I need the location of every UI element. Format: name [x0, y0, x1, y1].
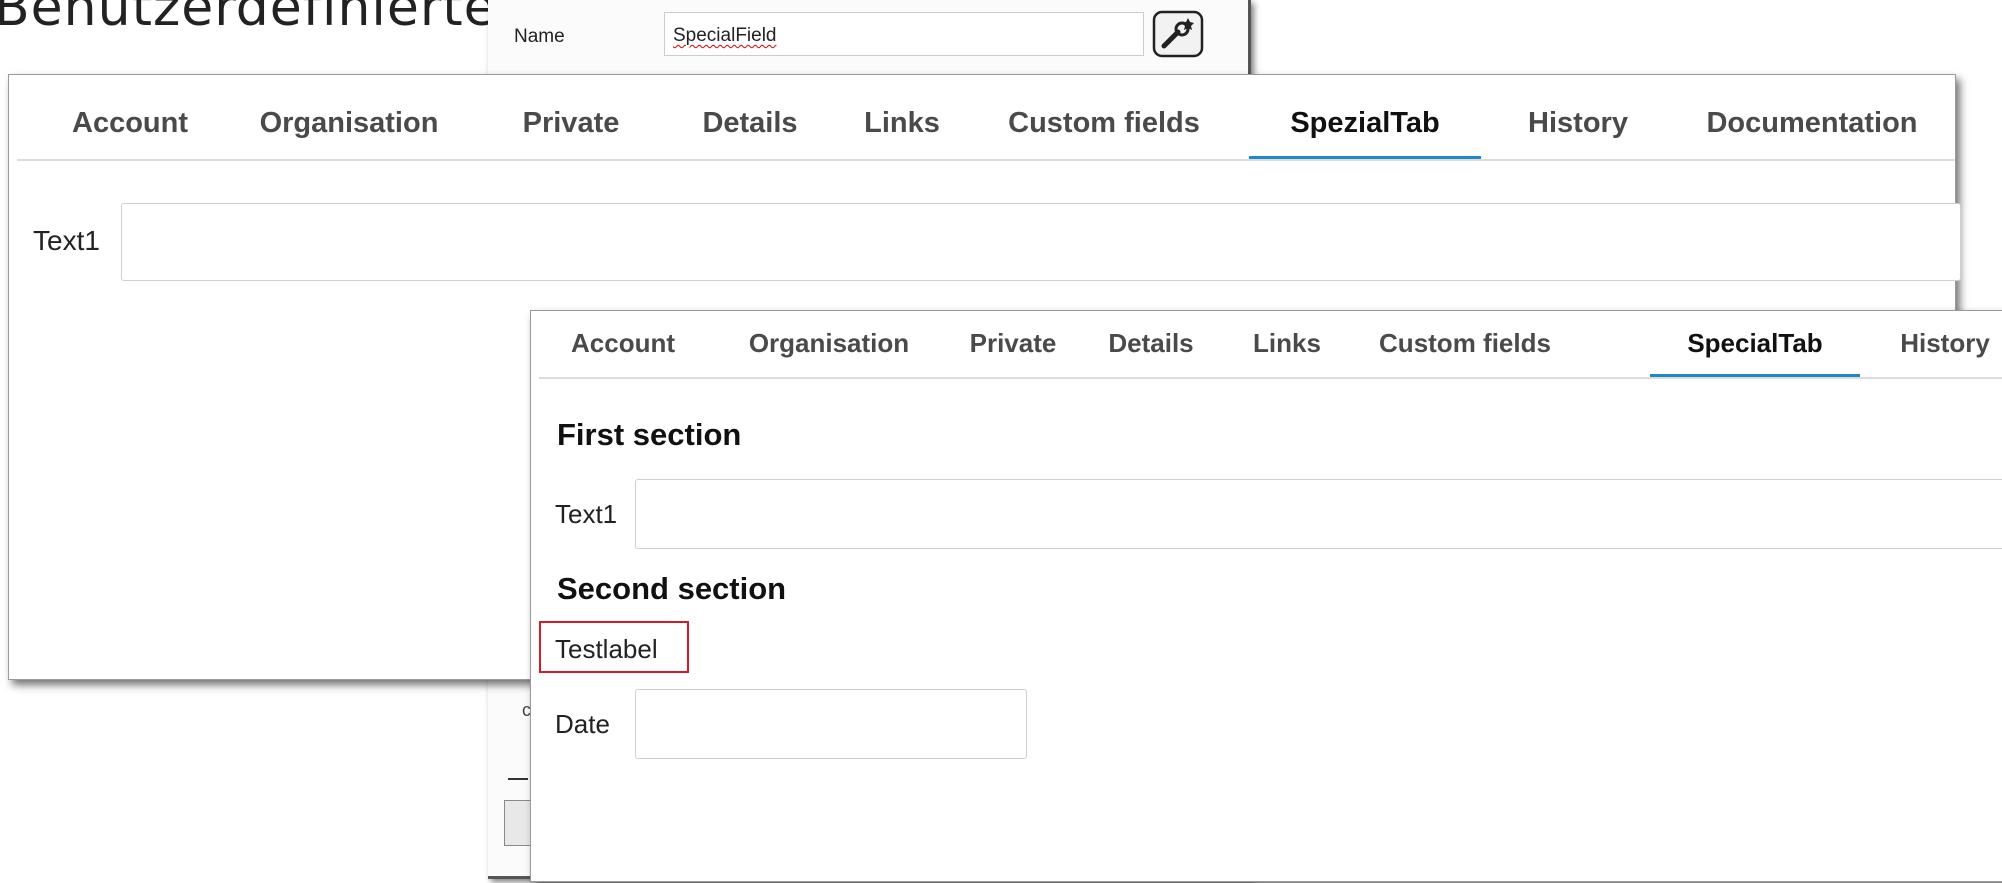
tab-account[interactable]: Account: [539, 311, 707, 377]
tab-private[interactable]: Private: [949, 311, 1077, 377]
name-label: Name: [514, 26, 565, 47]
name-input[interactable]: SpecialField: [664, 12, 1144, 56]
text1-label: Text1: [33, 225, 100, 256]
tab-custom-fields[interactable]: Custom fields: [991, 75, 1217, 159]
tab-private[interactable]: Private: [491, 75, 651, 159]
testlabel-text: Testlabel: [555, 634, 658, 664]
dialog-divider: [508, 778, 528, 780]
tab-specialtab[interactable]: SpecialTab: [1650, 311, 1860, 377]
tab-bar: Account Organisation Private Details Lin…: [17, 75, 1955, 161]
text1-input[interactable]: [121, 203, 1961, 281]
tab-links[interactable]: Links: [1239, 311, 1335, 377]
tab-links[interactable]: Links: [847, 75, 957, 159]
tab-organisation[interactable]: Organisation: [239, 75, 459, 159]
tab-spezialtab[interactable]: SpezialTab: [1249, 75, 1481, 159]
tab-organisation[interactable]: Organisation: [733, 311, 925, 377]
tab-custom-fields[interactable]: Custom fields: [1363, 311, 1567, 377]
section-title-second: Second section: [557, 571, 787, 606]
section-title-first: First section: [557, 417, 742, 452]
field-wizard-icon[interactable]: [1152, 10, 1204, 58]
tab-details[interactable]: Details: [1091, 311, 1211, 377]
text1-input[interactable]: [635, 479, 2002, 549]
custom-tab-panel-en: Account Organisation Private Details Lin…: [530, 310, 2002, 882]
tab-history[interactable]: History: [1503, 75, 1653, 159]
text1-label: Text1: [555, 499, 618, 529]
tab-history[interactable]: History: [1885, 311, 2002, 377]
tab-documentation[interactable]: Documentation: [1677, 75, 1947, 159]
date-label: Date: [555, 709, 610, 739]
tab-bar: Account Organisation Private Details Lin…: [539, 311, 2002, 379]
tab-account[interactable]: Account: [25, 75, 235, 159]
tab-details[interactable]: Details: [675, 75, 825, 159]
date-input[interactable]: [635, 689, 1027, 759]
